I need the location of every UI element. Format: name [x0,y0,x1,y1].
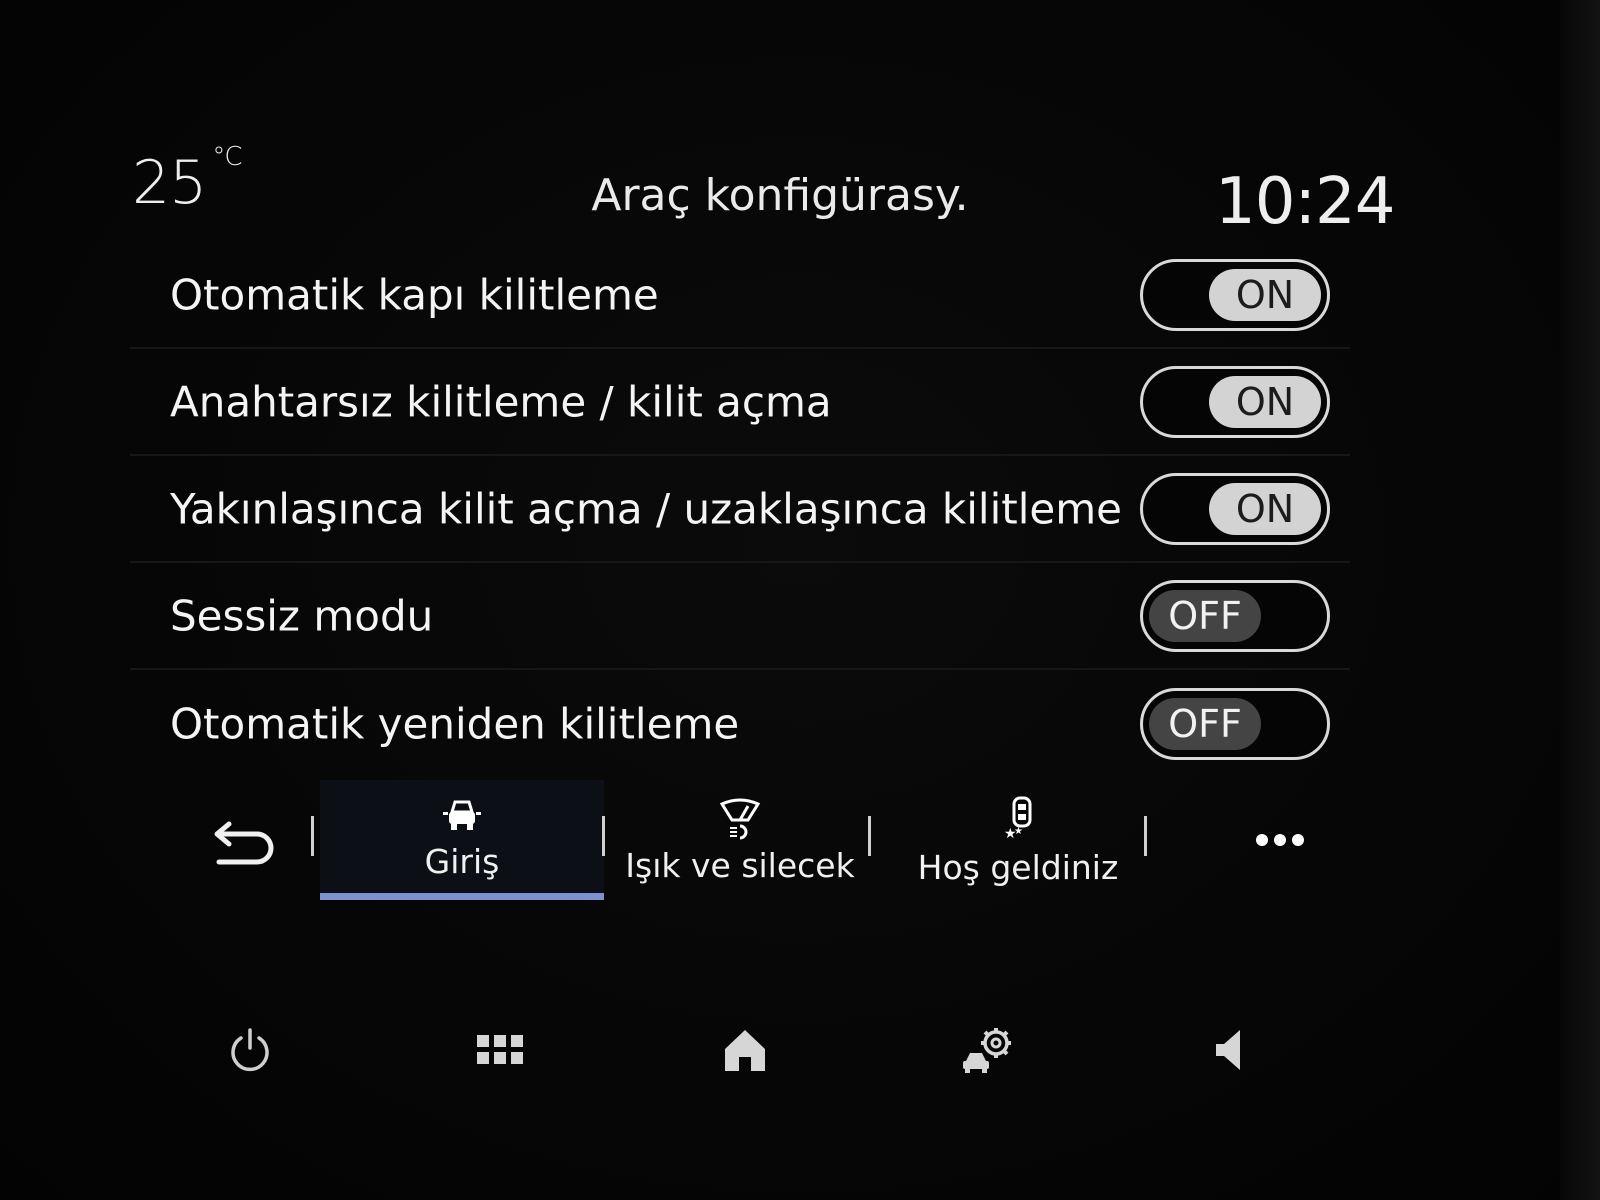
volume-button[interactable] [1180,1000,1280,1100]
toggle-state: ON [1209,482,1321,535]
power-icon [231,1028,269,1072]
tab-hos-geldiniz[interactable]: ★ ★ Hoş geldiniz [876,780,1160,900]
speaker-icon [1216,1030,1240,1070]
clock: 10:24 [1215,165,1395,239]
toggle-state: ON [1209,268,1321,321]
car-settings-icon [963,1028,1011,1073]
setting-row-auto-relock: Otomatik yeniden kilitleme OFF [130,670,1350,777]
toggle-state: ON [1209,375,1321,428]
setting-label: Otomatik yeniden kilitleme [170,699,740,748]
tab-separator [311,816,314,856]
home-icon [725,1030,765,1071]
keyless-toggle[interactable]: ON [1140,365,1330,438]
setting-row-auto-door-lock: Otomatik kapı kilitleme ON [130,242,1350,349]
screen-bezel [1560,0,1600,1200]
tab-label: Hoş geldiniz [917,847,1119,887]
more-button[interactable] [1225,780,1335,900]
more-dots-icon [1256,834,1304,846]
toggle-state: OFF [1149,697,1261,750]
setting-label: Anahtarsız kilitleme / kilit açma [170,377,832,426]
toggle-state: OFF [1149,589,1261,642]
screen: 25 °C Araç konfigürasy. 10:24 Otomatik k… [0,0,1600,1200]
setting-label: Otomatik kapı kilitleme [170,270,659,319]
tab-label: Giriş [424,842,500,881]
car-settings-button[interactable] [940,1000,1040,1100]
home-button[interactable] [695,1000,795,1100]
apps-grid-icon [477,1035,523,1064]
tab-isik-ve-silecek[interactable]: Işık ve silecek [598,780,882,900]
silent-mode-toggle[interactable]: OFF [1140,579,1330,652]
temperature-unit: °C [212,142,242,172]
walk-away-toggle[interactable]: ON [1140,472,1330,545]
auto-relock-toggle[interactable]: OFF [1140,687,1330,760]
tab-label: Işık ve silecek [625,845,855,885]
wiper-light-icon [719,798,761,839]
tab-separator [868,816,871,856]
apps-button[interactable] [450,1000,550,1100]
auto-door-lock-toggle[interactable]: ON [1140,258,1330,331]
tab-bar: Giriş Işık ve silecek ★ ★ Hoş geldiniz [150,780,1350,900]
setting-row-silent-mode: Sessiz modu OFF [130,563,1350,670]
setting-row-walk-away: Yakınlaşınca kilit açma / uzaklaşınca ki… [130,456,1350,563]
car-lock-icon [443,800,481,830]
power-button[interactable] [200,1000,300,1100]
setting-row-keyless: Anahtarsız kilitleme / kilit açma ON [130,349,1350,456]
tab-separator [1144,816,1147,856]
settings-list: Otomatik kapı kilitleme ON Anahtarsız ki… [130,242,1350,777]
back-arrow-icon [214,821,274,865]
welcome-icon: ★ ★ [1004,796,1032,842]
back-button[interactable] [180,780,310,900]
bottom-navigation [0,1000,1560,1100]
svg-text:★: ★ [1014,826,1023,837]
tab-giris[interactable]: Giriş [320,780,604,900]
setting-label: Sessiz modu [170,591,434,640]
setting-label: Yakınlaşınca kilit açma / uzaklaşınca ki… [170,484,1122,533]
